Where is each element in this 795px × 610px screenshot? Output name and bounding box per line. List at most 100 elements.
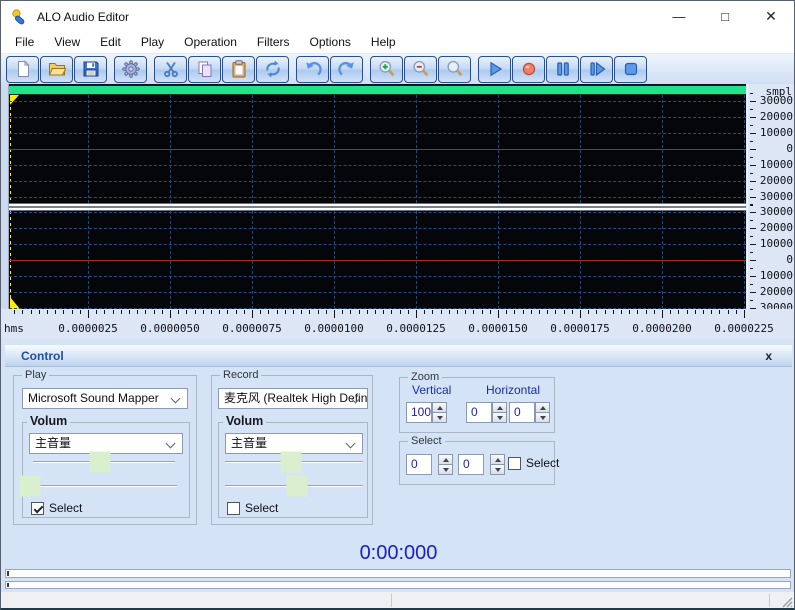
play-select-checkbox[interactable] — [31, 501, 44, 515]
paste-clipboard-button[interactable] — [222, 55, 255, 83]
spin-down-button[interactable] — [432, 412, 447, 423]
stop-square-button[interactable] — [614, 55, 647, 83]
control-panel-close-button[interactable]: x — [765, 349, 772, 363]
time-tick — [22, 310, 23, 314]
select-end-value[interactable]: 0 — [458, 454, 484, 475]
time-tick — [293, 310, 294, 314]
position-bar-1[interactable] — [5, 569, 791, 578]
menu-item-play[interactable]: Play — [131, 32, 174, 53]
amplitude-tick-label: 20000 — [759, 221, 793, 234]
waveform-panel: smpl 30000 20000 10000 0 10000 20000 30000 3000… — [1, 84, 794, 339]
redo-arrow-button[interactable] — [330, 55, 363, 83]
zoom-vertical-label: Vertical — [412, 383, 452, 397]
slider-thumb[interactable] — [89, 451, 111, 473]
axis-tick — [750, 149, 756, 150]
menu-item-filters[interactable]: Filters — [247, 32, 300, 53]
spin-up-button[interactable] — [438, 454, 453, 464]
time-tick — [309, 310, 310, 314]
select-end-spinner — [490, 454, 505, 475]
slider-thumb[interactable] — [19, 475, 41, 497]
resize-grip[interactable] — [779, 594, 793, 608]
undo-arrow-button[interactable] — [296, 55, 329, 83]
play-device-select[interactable]: Microsoft Sound Mapper — [22, 388, 188, 409]
play-select-row: Select — [31, 501, 82, 515]
record-slider-2[interactable] — [225, 475, 363, 497]
zoom-group: Zoom Vertical Horizontal 100 0 0 — [399, 370, 555, 433]
time-tick — [162, 310, 163, 314]
menu-item-edit[interactable]: Edit — [90, 32, 131, 53]
time-tick — [301, 310, 302, 314]
spin-up-button[interactable] — [492, 402, 507, 412]
amplitude-gridline — [9, 133, 746, 134]
axis-tick — [750, 157, 753, 158]
spin-down-button[interactable] — [438, 464, 453, 475]
zoom-out-magnifier-button[interactable] — [404, 55, 437, 83]
play-slider-1[interactable] — [33, 451, 175, 473]
play-slider-2[interactable] — [19, 475, 177, 497]
menu-item-options[interactable]: Options — [300, 32, 361, 53]
zoom-magnifier-button[interactable] — [438, 55, 471, 83]
close-button[interactable]: ✕ — [748, 1, 794, 32]
zoom-horizontal-spinbox-1: 0 — [466, 402, 507, 423]
zoom-in-magnifier-button[interactable] — [370, 55, 403, 83]
time-gridline — [498, 211, 499, 309]
open-folder-button[interactable] — [40, 55, 73, 83]
maximize-button[interactable]: □ — [702, 1, 748, 32]
save-floppy-button[interactable] — [74, 55, 107, 83]
zoom-vertical-value[interactable]: 100 — [406, 402, 432, 423]
copy-pages-button[interactable] — [188, 55, 221, 83]
waveform-plot[interactable] — [9, 84, 746, 309]
play-group: Play Microsoft Sound Mapper Volum 主音量 Se… — [13, 368, 197, 525]
slider-thumb[interactable] — [286, 475, 308, 497]
select-start-spinner — [438, 454, 453, 475]
cursor-handle-top-icon[interactable] — [10, 95, 19, 105]
menu-item-view[interactable]: View — [44, 32, 90, 53]
time-tick — [277, 310, 278, 314]
minimize-button[interactable]: — — [656, 1, 702, 32]
spin-up-button[interactable] — [490, 454, 505, 464]
time-tick — [531, 310, 532, 314]
menu-item-operation[interactable]: Operation — [174, 32, 247, 53]
select-checkbox[interactable] — [508, 456, 521, 470]
channel-separator[interactable] — [9, 203, 746, 211]
time-tick — [473, 310, 474, 314]
spin-down-button[interactable] — [535, 412, 550, 423]
time-gridline — [580, 211, 581, 309]
window-title: ALO Audio Editor — [37, 9, 130, 24]
spin-down-button[interactable] — [492, 412, 507, 423]
spin-down-button[interactable] — [490, 464, 505, 475]
slider-track[interactable] — [25, 485, 177, 487]
zoom-horizontal-value-2[interactable]: 0 — [509, 402, 535, 423]
refresh-arrows-button[interactable] — [256, 55, 289, 83]
play-triangle-button[interactable] — [478, 55, 511, 83]
pause-bars-button[interactable] — [546, 55, 579, 83]
time-tick — [441, 310, 442, 314]
time-tick — [113, 310, 114, 314]
record-volume-group-title: Volum — [223, 414, 267, 428]
spin-up-button[interactable] — [535, 402, 550, 412]
settings-gear-button[interactable] — [114, 55, 147, 83]
resume-step-button[interactable] — [580, 55, 613, 83]
waveform-channel-2[interactable] — [9, 211, 746, 309]
spin-up-button[interactable] — [432, 402, 447, 412]
time-tick — [72, 310, 73, 314]
slider-thumb[interactable] — [280, 451, 302, 473]
new-file-button[interactable] — [6, 55, 39, 83]
waveform-channel-1[interactable] — [9, 95, 746, 203]
record-device-select[interactable]: 麦克风 (Realtek High Definiti — [218, 388, 368, 409]
axis-tick — [750, 125, 753, 126]
menu-item-help[interactable]: Help — [361, 32, 406, 53]
time-tick — [711, 310, 712, 314]
select-start-value[interactable]: 0 — [406, 454, 432, 475]
time-gridline — [170, 95, 171, 203]
zoom-horizontal-value-1[interactable]: 0 — [466, 402, 492, 423]
record-select-checkbox[interactable] — [227, 501, 240, 515]
position-bar-2[interactable] — [5, 581, 791, 589]
record-circle-button[interactable] — [512, 55, 545, 83]
record-slider-1[interactable] — [225, 451, 363, 473]
time-tick — [268, 310, 269, 314]
play-volume-device-value: 主音量 — [35, 436, 72, 450]
menu-item-file[interactable]: File — [5, 32, 44, 53]
time-axis-ticks — [1, 309, 794, 321]
cut-scissors-button[interactable] — [154, 55, 187, 83]
